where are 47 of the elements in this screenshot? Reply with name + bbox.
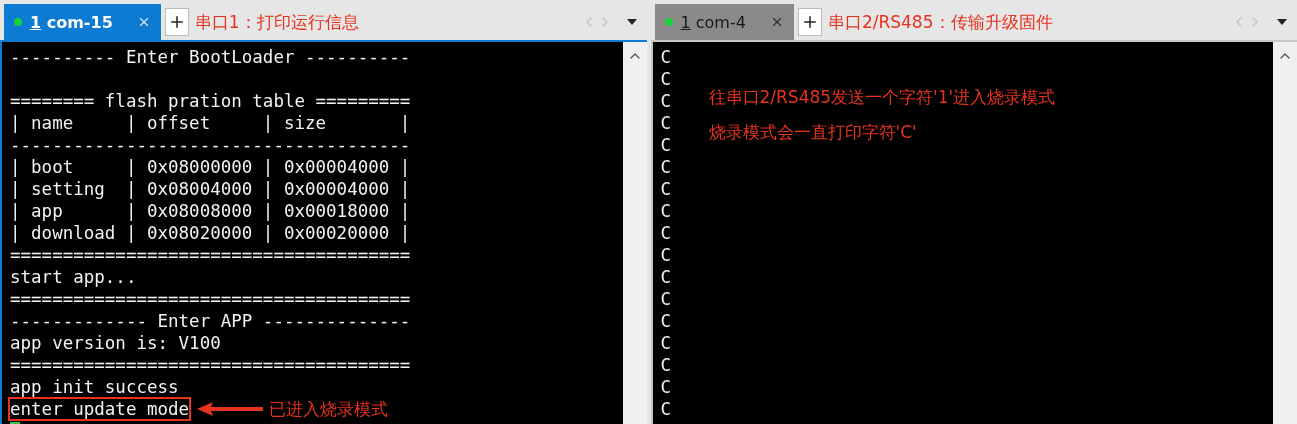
- terminal-line: ======================================: [10, 245, 411, 265]
- tab-menu-icon[interactable]: [1277, 19, 1287, 25]
- terminal-line: C: [660, 311, 672, 331]
- terminal-line: C: [660, 69, 672, 89]
- terminal-line: | app | 0x08008000 | 0x00018000 |: [10, 201, 411, 221]
- terminal-line: ======== flash pration table =========: [10, 91, 411, 111]
- terminal-line: C: [660, 399, 672, 419]
- terminal-line: ======================================: [10, 289, 411, 309]
- terminal-line: C: [660, 201, 672, 221]
- arrow-icon: [197, 402, 264, 416]
- terminal-line: app version is: V100: [10, 333, 221, 353]
- terminal-line: C: [660, 223, 672, 243]
- annotation-text: 串口2/RS485：传输升级固件: [827, 10, 1054, 34]
- terminal-line: C: [660, 113, 672, 133]
- annotation-text: 烧录模式会一直打印字符'C': [708, 121, 918, 144]
- terminal-line: --------------------------------------: [10, 135, 411, 155]
- terminal-line: C: [660, 333, 672, 353]
- terminal-line: C: [660, 245, 672, 265]
- terminal-line: start app...: [10, 267, 137, 287]
- terminal-line: ---------- Enter BootLoader ----------: [10, 47, 411, 67]
- tab-menu-icon[interactable]: [626, 19, 637, 25]
- scrollbar[interactable]: [1273, 42, 1297, 424]
- terminal-line: | download | 0x08020000 | 0x00020000 |: [10, 223, 411, 243]
- terminal-line: app init success: [10, 377, 179, 397]
- session-tab[interactable]: 1 com-15: [4, 4, 161, 40]
- terminal-line: ======================================: [10, 355, 411, 375]
- terminal-line: | setting | 0x08004000 | 0x00004000 |: [10, 179, 411, 199]
- annotation-text: 串口1：打印运行信息: [194, 10, 360, 34]
- terminal-line: C: [660, 289, 672, 309]
- terminal-line: | boot | 0x08000000 | 0x00004000 |: [10, 157, 411, 177]
- scrollbar[interactable]: [622, 42, 647, 424]
- annotation-text: 往串口2/RS485发送一个字符'1'进入烧录模式: [708, 86, 1056, 109]
- terminal-line: C: [660, 377, 672, 397]
- terminal-line: | name | offset | size |: [10, 113, 411, 133]
- terminal-line: C: [660, 267, 672, 287]
- add-tab-button[interactable]: [797, 8, 822, 36]
- annotation-text: 已进入烧录模式: [269, 398, 389, 420]
- terminal-line: C: [660, 135, 672, 155]
- terminal-line: C: [660, 355, 672, 375]
- terminal-line: enter update mode: [10, 399, 190, 419]
- add-tab-button[interactable]: [164, 8, 189, 36]
- terminal-line: C: [660, 47, 672, 67]
- session-tab[interactable]: 1 com-4: [654, 4, 794, 40]
- terminal-line: C: [660, 157, 672, 177]
- terminal-line: ------------- Enter APP --------------: [10, 311, 411, 331]
- terminal-line: C: [660, 179, 672, 199]
- terminal-line: C: [660, 91, 672, 111]
